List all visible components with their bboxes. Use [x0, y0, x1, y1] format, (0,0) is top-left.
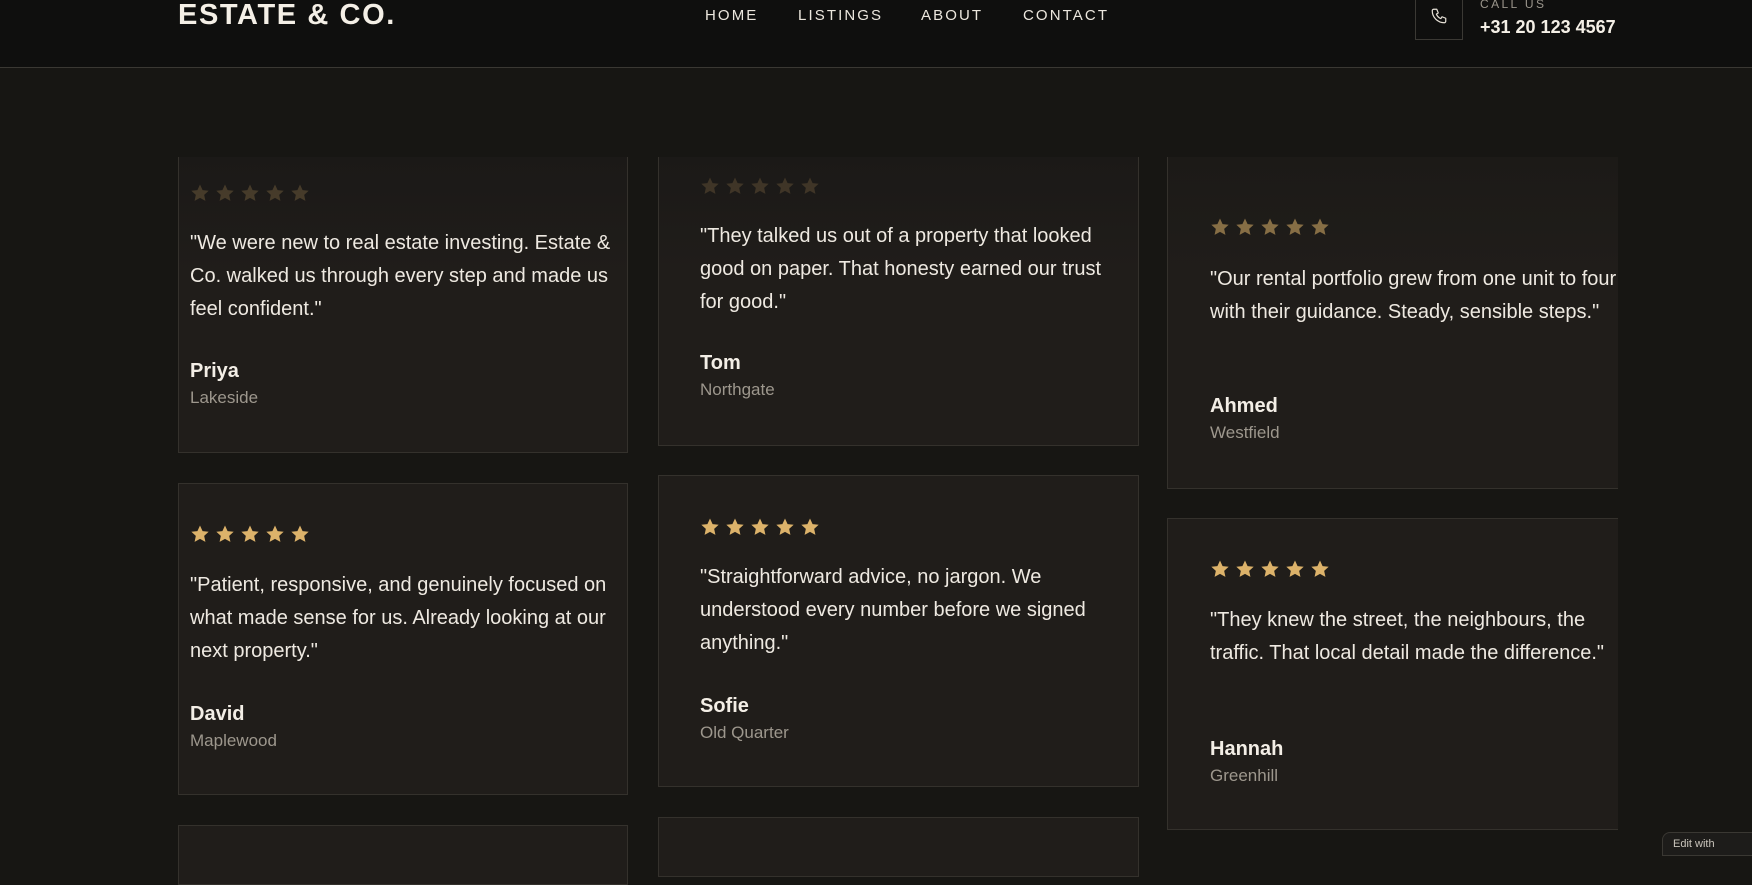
star-icon: [241, 184, 259, 201]
star-icon: [1286, 218, 1304, 235]
testimonial-quote: "Straightforward advice, no jargon. We u…: [700, 566, 1086, 654]
star-rating: [1210, 559, 1330, 579]
star-icon: [1286, 560, 1304, 577]
testimonial-location: Maplewood: [190, 731, 277, 750]
star-icon: [701, 518, 719, 535]
testimonial-card: "They talked us out of a property that l…: [658, 157, 1139, 446]
site-header: ESTATE & CO. HOME LISTINGS ABOUT CONTACT…: [0, 0, 1752, 68]
edit-badge[interactable]: Edit with: [1662, 832, 1752, 856]
testimonial-location: Lakeside: [190, 388, 259, 407]
star-icon: [191, 184, 209, 201]
phone-number[interactable]: +31 20 123 4567: [1480, 16, 1616, 38]
star-icon: [801, 177, 819, 194]
star-rating: [1210, 217, 1330, 237]
star-icon: [191, 525, 209, 542]
star-icon: [266, 184, 284, 201]
star-icon: [751, 177, 769, 194]
star-icon: [751, 518, 769, 535]
testimonial-name: Hannah: [1210, 738, 1284, 760]
phone-icon: [1431, 8, 1447, 24]
testimonial-location: Westfield: [1210, 423, 1280, 442]
testimonial-name: Tom: [700, 352, 741, 374]
star-icon: [701, 177, 719, 194]
testimonial-quote: "Our rental portfolio grew from one unit…: [1210, 268, 1617, 323]
logo[interactable]: ESTATE & CO.: [178, 0, 396, 32]
testimonial-name: Priya: [190, 360, 239, 382]
testimonial-card: "They knew the street, the neighbours, t…: [1167, 518, 1618, 830]
star-rating: [190, 524, 310, 544]
star-icon: [1211, 218, 1229, 235]
testimonial-card: "Patient, responsive, and genuinely focu…: [178, 483, 628, 795]
testimonial-card: "Our rental portfolio grew from one unit…: [1167, 157, 1618, 489]
call-button[interactable]: [1415, 0, 1463, 40]
call-us-label: CALL US: [1480, 0, 1547, 11]
star-icon: [726, 518, 744, 535]
testimonial-card: [658, 817, 1139, 877]
testimonial-quote: "They knew the street, the neighbours, t…: [1210, 609, 1604, 664]
nav-listings[interactable]: LISTINGS: [798, 7, 883, 25]
star-icon: [216, 184, 234, 201]
star-icon: [1211, 560, 1229, 577]
star-icon: [1236, 218, 1254, 235]
star-icon: [1311, 218, 1329, 235]
star-icon: [1236, 560, 1254, 577]
star-icon: [291, 184, 309, 201]
testimonial-quote: "Patient, responsive, and genuinely focu…: [190, 574, 607, 662]
star-rating: [700, 176, 820, 196]
nav-about[interactable]: ABOUT: [921, 7, 983, 25]
testimonial-location: Northgate: [700, 380, 775, 399]
testimonial-quote: "We were new to real estate investing. E…: [190, 232, 611, 320]
testimonial-card: "Straightforward advice, no jargon. We u…: [658, 475, 1139, 787]
star-icon: [1311, 560, 1329, 577]
star-rating: [700, 517, 820, 537]
star-rating: [190, 183, 310, 203]
star-icon: [266, 525, 284, 542]
star-icon: [776, 177, 794, 194]
star-icon: [1261, 560, 1279, 577]
testimonial-card: [178, 825, 628, 885]
testimonial-location: Greenhill: [1210, 766, 1279, 785]
star-icon: [216, 525, 234, 542]
star-icon: [726, 177, 744, 194]
testimonial-quote: "They talked us out of a property that l…: [700, 225, 1102, 313]
star-icon: [241, 525, 259, 542]
testimonial-name: Sofie: [700, 695, 749, 717]
star-icon: [1261, 218, 1279, 235]
nav-home[interactable]: HOME: [705, 7, 758, 25]
testimonial-location: Old Quarter: [700, 723, 789, 742]
nav-contact[interactable]: CONTACT: [1023, 7, 1109, 25]
testimonial-name: David: [190, 703, 245, 725]
star-icon: [776, 518, 794, 535]
testimonial-name: Ahmed: [1210, 395, 1278, 417]
star-icon: [291, 525, 309, 542]
star-icon: [801, 518, 819, 535]
testimonial-card: "We were new to real estate investing. E…: [178, 157, 628, 453]
